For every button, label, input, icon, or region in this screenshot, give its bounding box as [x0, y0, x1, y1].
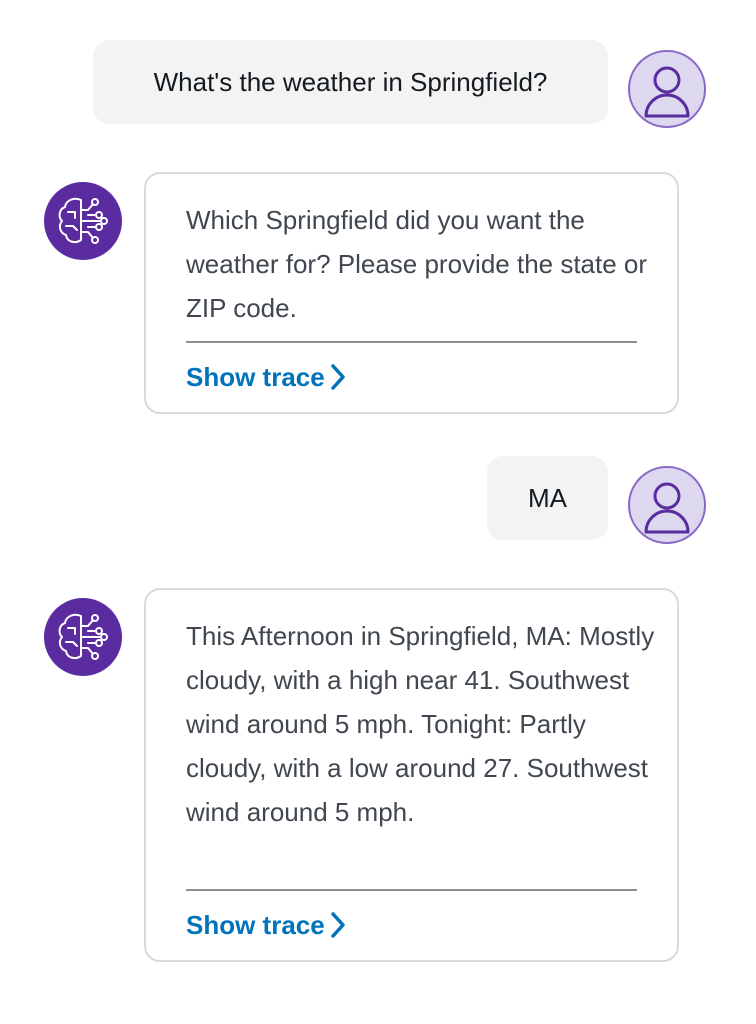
brain-circuit-icon [58, 613, 108, 660]
assistant-message-text: This Afternoon in Springfield, MA: Mostl… [186, 621, 655, 827]
show-trace-link[interactable]: Show trace [186, 908, 347, 942]
user-avatar [628, 466, 706, 544]
chevron-right-icon[interactable] [329, 910, 347, 940]
message-divider [186, 341, 637, 343]
assistant-avatar [44, 182, 122, 260]
user-avatar-icon [644, 66, 690, 118]
brain-circuit-icon [58, 197, 108, 244]
assistant-message-text: Which Springfield did you want the weath… [186, 205, 648, 323]
user-avatar [628, 50, 706, 128]
show-trace-link[interactable]: Show trace [186, 360, 347, 394]
assistant-message-card: This Afternoon in Springfield, MA: Mostl… [144, 588, 679, 962]
chevron-right-icon[interactable] [329, 362, 347, 392]
user-message-bubble: MA [487, 456, 608, 540]
user-message-text: MA [528, 483, 567, 513]
assistant-avatar [44, 598, 122, 676]
message-divider [186, 889, 637, 891]
show-trace-label[interactable]: Show trace [186, 360, 325, 394]
show-trace-label[interactable]: Show trace [186, 908, 325, 942]
user-message-text: What's the weather in Springfield? [153, 67, 548, 97]
user-avatar-icon [644, 482, 690, 534]
user-message-bubble: What's the weather in Springfield? [93, 40, 608, 124]
assistant-message-card: Which Springfield did you want the weath… [144, 172, 679, 414]
